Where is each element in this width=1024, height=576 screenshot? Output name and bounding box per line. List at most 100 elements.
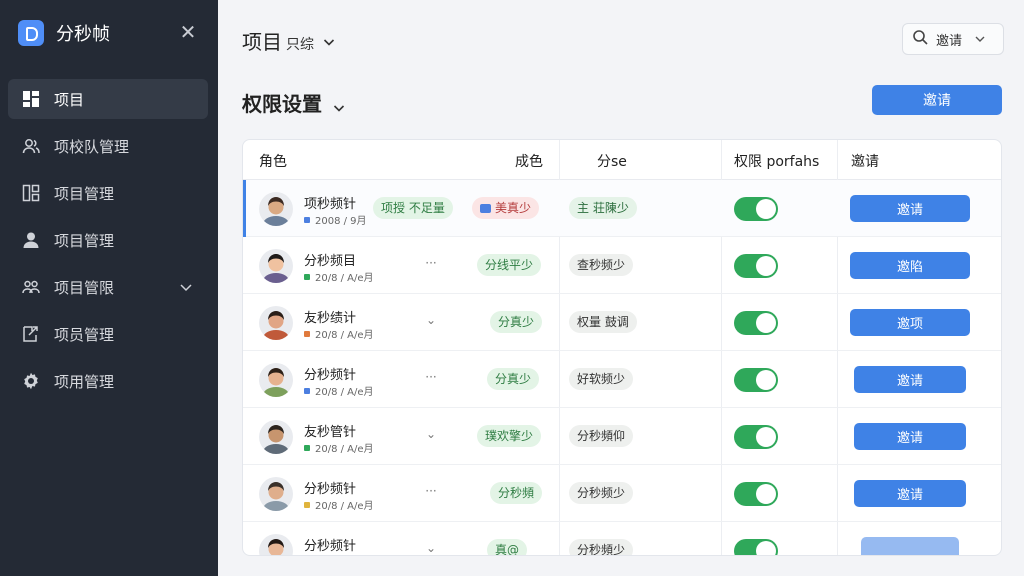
column-header-permission[interactable]: 权限 porfahs [734, 151, 819, 171]
permission-toggle[interactable] [734, 539, 778, 555]
row-invite-button[interactable]: 邀陷 [850, 252, 970, 279]
section-title[interactable]: 权限设置 [242, 88, 346, 117]
sidebar-item-label: 项目管理 [54, 231, 115, 250]
table-row[interactable]: 友秒绩计 20/8 / A/e月 ⌄ 分真少 权量 鼓调 邀项 [243, 294, 1001, 351]
permission-toggle[interactable] [734, 425, 778, 449]
role-tag[interactable]: 项授 不足量 [373, 197, 453, 219]
sidebar-item-manage-2[interactable]: 项目管理 [8, 220, 208, 260]
column-header-invite[interactable]: 邀请 [851, 151, 879, 171]
app-logo-icon [18, 20, 44, 46]
page-title: 项目 [242, 30, 282, 54]
chevron-down-icon[interactable] [322, 30, 336, 46]
avatar [259, 249, 293, 283]
avatar [259, 306, 293, 340]
scope-badge[interactable]: 分秒頻仰 [569, 425, 634, 447]
sidebar: 分秒帧 ✕ 项目 项校队管理 项目管理 项目管理 项目管限 项员管理 项用管理 [0, 0, 218, 576]
permission-toggle[interactable] [734, 368, 778, 392]
row-more-icon[interactable]: ··· [424, 484, 438, 498]
permission-toggle[interactable] [734, 197, 778, 221]
permission-toggle[interactable] [734, 482, 778, 506]
row-invite-button[interactable]: 邀请 [854, 423, 966, 450]
search-label: 邀请 [936, 33, 963, 49]
sidebar-item-label: 项目管理 [54, 184, 115, 203]
search-dropdown[interactable]: 邀请 [902, 23, 1004, 55]
table-row[interactable]: 分秒频针 ⌄ 真@ 分秒頻少 [243, 522, 1001, 555]
project-switcher[interactable]: 项目 只综 [242, 26, 336, 55]
member-name: 友秒绩计 [304, 311, 357, 326]
sidebar-item-label: 项校队管理 [54, 137, 130, 156]
brand[interactable]: 分秒帧 [18, 20, 110, 46]
sidebar-item-settings[interactable]: 项用管理 [8, 361, 208, 401]
close-icon[interactable]: ✕ [178, 22, 198, 42]
page-subtitle: 只综 [286, 37, 314, 53]
table-row[interactable]: 分秒频目 20/8 / A/e月 ··· 分线平少 查秒频少 邀陷 [243, 237, 1001, 294]
chevron-down-icon[interactable] [178, 279, 194, 295]
member-meta-text: 20/8 / A/e月 [315, 444, 374, 455]
status-icon [480, 204, 491, 213]
member-name: 友秒管针 [304, 425, 357, 440]
column-header-role[interactable]: 角色 [259, 151, 287, 171]
meta-color-dot [304, 216, 310, 223]
scope-badge[interactable]: 分秒頻少 [569, 539, 634, 555]
member-meta-text: 2008 / 9月 [315, 216, 367, 227]
member-meta: 2008 / 9月 [304, 212, 367, 227]
export-icon [22, 325, 40, 343]
invite-button[interactable]: 邀请 [872, 85, 1002, 115]
row-invite-button[interactable] [861, 537, 959, 555]
sidebar-item-members[interactable]: 项员管理 [8, 314, 208, 354]
sidebar-item-team[interactable]: 项校队管理 [8, 126, 208, 166]
row-more-icon[interactable]: ··· [424, 256, 438, 270]
scope-badge[interactable]: 好软频少 [569, 368, 634, 390]
member-meta: 20/8 / A/e月 [304, 269, 374, 284]
status-text: 分秒頻 [498, 486, 535, 500]
status-badge[interactable]: 分秒頻 [490, 482, 543, 504]
member-name: 分秒频针 [304, 539, 357, 554]
member-meta: 20/8 / A/e月 [304, 326, 374, 341]
table-row[interactable]: 友秒管针 20/8 / A/e月 ⌄ 璞欢擎少 分秒頻仰 邀请 [243, 408, 1001, 465]
row-more-icon[interactable]: ··· [424, 370, 438, 384]
member-meta: 20/8 / A/e月 [304, 383, 374, 398]
chevron-down-icon [974, 33, 986, 45]
scope-badge[interactable]: 权量 鼓调 [569, 311, 637, 333]
permission-toggle[interactable] [734, 254, 778, 278]
row-invite-button[interactable]: 邀请 [854, 366, 966, 393]
search-icon [912, 29, 928, 49]
column-header-tag[interactable]: 成色 [515, 151, 543, 171]
column-header-scope[interactable]: 分se [597, 151, 627, 171]
row-invite-button[interactable]: 邀请 [854, 480, 966, 507]
user-icon [22, 231, 40, 249]
scope-badge[interactable]: 分秒频少 [569, 482, 634, 504]
status-text: 美真少 [495, 201, 532, 215]
table-row[interactable]: 分秒频针 20/8 / A/e月 ··· 分真少 好软频少 邀请 [243, 351, 1001, 408]
sidebar-item-manage-1[interactable]: 项目管理 [8, 173, 208, 213]
row-more-icon[interactable]: ⌄ [424, 541, 438, 555]
status-badge[interactable]: 分真少 [490, 311, 543, 333]
main-content: 项目 只综 邀请 权限设置 邀请 角色 成色 分se 权限 porfahs 邀请 [218, 0, 1024, 576]
chevron-down-icon[interactable] [332, 96, 346, 112]
section-title-text: 权限设置 [242, 92, 322, 116]
table-row[interactable]: 分秒频针 20/8 / A/e月 ··· 分秒頻 分秒频少 邀请 [243, 465, 1001, 522]
permissions-table: 角色 成色 分se 权限 porfahs 邀请 项秒频针 2008 / 9月 项授 … [242, 139, 1002, 556]
row-more-icon[interactable]: ⌄ [424, 313, 438, 327]
permission-toggle[interactable] [734, 311, 778, 335]
scope-badge[interactable]: 查秒频少 [569, 254, 634, 276]
status-badge[interactable]: 分线平少 [477, 254, 542, 276]
member-meta-text: 20/8 / A/e月 [315, 387, 374, 398]
member-meta-text: 20/8 / A/e月 [315, 273, 374, 284]
sidebar-item-projects[interactable]: 项目 [8, 79, 208, 119]
dashboard-icon [22, 90, 40, 108]
status-badge[interactable]: 璞欢擎少 [477, 425, 542, 447]
table-row[interactable]: 项秒频针 2008 / 9月 项授 不足量 美真少 主 荘陳少 邀请 [243, 180, 1001, 237]
sidebar-item-permissions[interactable]: 项目管限 [8, 267, 208, 307]
scope-badge[interactable]: 主 荘陳少 [569, 197, 637, 219]
status-badge[interactable]: 美真少 [472, 197, 540, 219]
row-invite-button[interactable]: 邀请 [850, 195, 970, 222]
avatar [259, 534, 293, 555]
row-invite-button[interactable]: 邀项 [850, 309, 970, 336]
status-badge[interactable]: 分真少 [487, 368, 540, 390]
status-badge[interactable]: 真@ [487, 539, 528, 555]
avatar [259, 363, 293, 397]
row-more-icon[interactable]: ⌄ [424, 427, 438, 441]
app-name: 分秒帧 [56, 24, 110, 45]
status-text: 分线平少 [485, 258, 534, 272]
